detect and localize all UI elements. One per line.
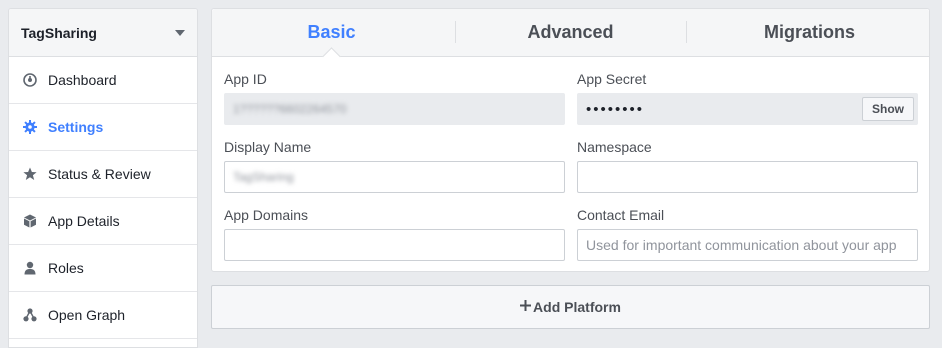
chevron-down-icon <box>175 29 185 36</box>
sidebar-item-label: Dashboard <box>48 72 117 88</box>
namespace-label: Namespace <box>577 139 652 155</box>
app-switcher[interactable]: TagSharing <box>9 9 197 57</box>
add-platform-button[interactable]: Add Platform <box>211 285 930 329</box>
sidebar: TagSharing Dashboard Settings Status & R… <box>8 8 198 348</box>
app-secret-label: App Secret <box>577 71 647 87</box>
sidebar-item-status-review[interactable]: Status & Review <box>9 151 197 198</box>
namespace-field: Namespace <box>577 137 918 193</box>
sidebar-item-dashboard[interactable]: Dashboard <box>9 57 197 104</box>
tab-label: Advanced <box>527 22 614 42</box>
sidebar-item-app-details[interactable]: App Details <box>9 198 197 245</box>
app-domains-label: App Domains <box>224 207 309 223</box>
tab-migrations[interactable]: Migrations <box>690 9 929 56</box>
basic-settings-panel: Basic Advanced Migrations App ID 1??????… <box>211 8 930 272</box>
display-name-value: TagSharing <box>233 170 294 184</box>
add-platform-label: Add Platform <box>533 299 621 315</box>
app-domains-input[interactable] <box>224 229 565 261</box>
app-domains-field: App Domains <box>224 205 565 261</box>
tab-label: Basic <box>307 22 356 42</box>
tab-label: Migrations <box>763 22 855 42</box>
display-name-field: Display Name TagSharing <box>224 137 565 193</box>
sidebar-item-label: Settings <box>48 119 104 135</box>
tab-divider <box>455 21 456 43</box>
contact-email-placeholder: Used for important communication about y… <box>586 237 897 253</box>
app-secret-value: •••••••• <box>586 100 645 118</box>
tab-advanced[interactable]: Advanced <box>451 9 690 56</box>
sidebar-item-label: Roles <box>48 260 84 276</box>
contact-email-field: Contact Email Used for important communi… <box>577 205 918 261</box>
app-name: TagSharing <box>21 24 97 41</box>
namespace-input[interactable] <box>577 161 918 193</box>
app-secret-field: App Secret •••••••• Show <box>577 69 918 125</box>
tab-basic[interactable]: Basic <box>212 9 451 66</box>
sidebar-item-label: App Details <box>48 213 120 229</box>
contact-email-label: Contact Email <box>577 207 665 223</box>
cube-icon <box>22 213 38 229</box>
sidebar-item-label: Status & Review <box>48 166 151 182</box>
sidebar-item-open-graph[interactable]: Open Graph <box>9 292 197 339</box>
graph-nodes-icon <box>22 307 38 323</box>
sidebar-item-label: Open Graph <box>48 307 126 323</box>
active-tab-pointer <box>321 47 341 66</box>
person-icon <box>22 260 38 276</box>
app-id-label: App ID <box>224 71 267 87</box>
app-id-field: App ID 1??????6602264570 <box>224 69 565 125</box>
app-secret-value-box: •••••••• Show <box>577 93 918 125</box>
sidebar-item-roles[interactable]: Roles <box>9 245 197 292</box>
show-secret-button[interactable]: Show <box>862 97 914 121</box>
contact-email-input[interactable]: Used for important communication about y… <box>577 229 918 261</box>
plus-icon <box>520 298 532 316</box>
display-name-input[interactable]: TagSharing <box>224 161 565 193</box>
dashboard-icon <box>22 72 38 88</box>
sidebar-item-settings[interactable]: Settings <box>9 104 197 151</box>
display-name-label: Display Name <box>224 139 312 155</box>
app-id-value-box: 1??????6602264570 <box>224 93 565 125</box>
gear-icon <box>22 119 38 135</box>
app-id-value: 1??????6602264570 <box>233 102 347 116</box>
settings-tabs: Basic Advanced Migrations <box>212 9 929 66</box>
star-icon <box>22 166 38 182</box>
tab-divider <box>686 21 687 43</box>
